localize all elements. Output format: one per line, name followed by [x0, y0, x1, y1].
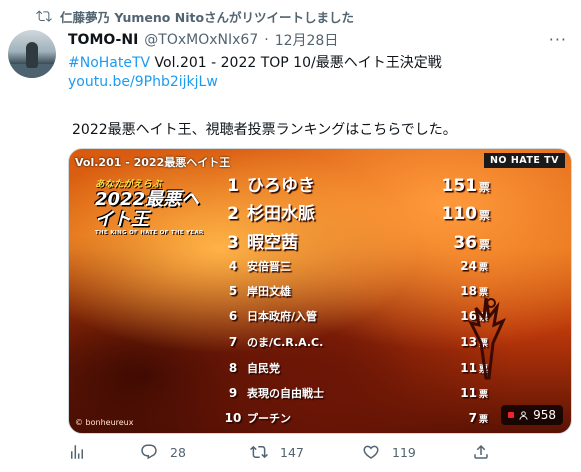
ranking-votes: 24: [460, 259, 477, 273]
ranking-row: 8 自民党 11 票: [219, 360, 488, 376]
tweet-title-text: Vol.201 - 2022 TOP 10/最悪ヘイト王決定戦: [150, 55, 442, 71]
ranking-name: プーチン: [247, 412, 291, 425]
ranking-rank: 7: [228, 335, 238, 349]
share-button[interactable]: [472, 443, 490, 461]
tweet-line-3: 2022最悪ヘイト王、視聴者投票ランキングはこちらでした。: [72, 119, 457, 139]
avatar[interactable]: [8, 30, 56, 78]
retweet-action-icon: [250, 445, 268, 459]
retweet-button[interactable]: 147: [250, 443, 304, 461]
ranking-rank: 3: [227, 233, 239, 253]
ranking-name: 杉田水脈: [247, 204, 315, 224]
ranking-unit: 票: [479, 181, 490, 194]
avatar-figure: [26, 42, 38, 68]
reply-button[interactable]: 28: [140, 443, 186, 461]
tweet-header: TOMO-NI @TOxMOxNIx67 · 12月28日: [68, 30, 338, 50]
ranking-row: 4 安倍晋三 24 票: [219, 258, 488, 274]
ranking-rank: 10: [224, 411, 242, 425]
ranking-row: 6 日本政府/入管 16 票: [219, 308, 488, 324]
ranking-unit: 票: [479, 238, 490, 251]
retweet-text[interactable]: 仁藤夢乃 Yumeno Nitoさんがリツイートしました: [60, 7, 354, 26]
retweet-count: 147: [280, 444, 304, 460]
like-count: 119: [392, 444, 416, 460]
more-options-icon[interactable]: ···: [549, 30, 567, 49]
channel-badge: NO HATE TV: [483, 153, 565, 168]
ranking-rank: 2: [227, 204, 239, 224]
image-credit: © bonheureux: [75, 418, 134, 427]
ranking-unit: 票: [479, 415, 489, 425]
analytics-icon: [71, 445, 83, 459]
tweet-date[interactable]: 12月28日: [275, 30, 339, 50]
separator-dot: ·: [264, 32, 269, 48]
logo-eng: THE KING OF HATE OF THE YEAR: [95, 230, 204, 236]
ranking-votes: 7: [468, 411, 477, 425]
logo-sub: あなたがえらぶ: [95, 179, 162, 190]
ranking-row: 5 岸田文雄 18 票: [219, 283, 488, 299]
event-logo: あなたがえらぶ 2022最悪ヘイト王 THE KING OF HATE OF T…: [95, 176, 215, 236]
ranking-rank: 8: [228, 361, 238, 375]
ranking-votes: 11: [460, 386, 477, 400]
bird-silhouette-icon: [468, 297, 506, 380]
ranking-name: 表現の自由戦士: [247, 387, 324, 400]
video-title-overlay: Vol.201 - 2022最悪ヘイト王: [75, 156, 231, 169]
view-count-badge: 958: [501, 405, 563, 425]
hashtag-link[interactable]: #NoHateTV: [68, 55, 150, 71]
reply-count: 28: [170, 444, 186, 460]
ranking-unit: 票: [479, 390, 489, 400]
logo-main: 2022最悪ヘイト王: [95, 189, 200, 230]
user-handle[interactable]: @TOxMOxNIx67: [144, 32, 258, 48]
record-icon: [508, 412, 515, 418]
ranking-row: 7 のま/C.R.A.C. 13 票: [219, 334, 488, 350]
reply-icon: [141, 444, 157, 460]
ranking-row: 1 ひろゆき 151 票: [219, 171, 490, 196]
view-count: 958: [533, 408, 556, 422]
ranking-name: 岸田文雄: [247, 285, 291, 298]
tweet-body-text: 2022最悪ヘイト王、視聴者投票ランキングはこちらでした。: [72, 122, 457, 138]
ranking-name: 自民党: [247, 362, 280, 375]
ranking-rank: 1: [227, 176, 239, 196]
ranking-rank: 4: [228, 259, 238, 273]
ranking-rank: 6: [228, 309, 238, 323]
ranking-name: 暇空茜: [247, 233, 298, 253]
media-image[interactable]: Vol.201 - 2022最悪ヘイト王 NO HATE TV あなたがえらぶ …: [68, 148, 572, 434]
tweet-line-2: youtu.be/9Phb2ijkjLw: [68, 74, 218, 90]
ranking-votes: 36: [453, 233, 477, 253]
retweet-icon: [36, 10, 52, 22]
display-name[interactable]: TOMO-NI: [68, 32, 138, 48]
ranking-row: 3 暇空茜 36 票: [219, 228, 490, 253]
ranking-unit: 票: [479, 263, 489, 273]
ranking-votes: 110: [441, 204, 478, 224]
ranking-rank: 9: [228, 386, 238, 400]
ranking-name: のま/C.R.A.C.: [247, 336, 324, 349]
tweet-line-1: #NoHateTV Vol.201 - 2022 TOP 10/最悪ヘイト王決定…: [68, 52, 442, 72]
tweet-actions: 28 147 119: [68, 443, 568, 465]
ranking-votes: 151: [441, 176, 478, 196]
retweet-indicator: 仁藤夢乃 Yumeno Nitoさんがリツイートしました: [36, 7, 354, 25]
person-icon: [519, 410, 528, 420]
ranking-row: 9 表現の自由戦士 11 票: [219, 385, 488, 401]
ranking-row: 2 杉田水脈 110 票: [219, 199, 490, 224]
heart-icon: [363, 445, 379, 459]
ranking-row: 10 プーチン 7 票: [219, 410, 488, 426]
ranking-name: 日本政府/入管: [247, 310, 318, 323]
analytics-button[interactable]: [68, 443, 86, 461]
youtube-link[interactable]: youtu.be/9Phb2ijkjLw: [68, 74, 218, 90]
share-icon: [474, 444, 488, 459]
like-button[interactable]: 119: [362, 443, 416, 461]
ranking-rank: 5: [228, 284, 238, 298]
ranking-name: ひろゆき: [247, 176, 315, 196]
ranking-name: 安倍晋三: [247, 260, 291, 273]
ranking-unit: 票: [479, 209, 490, 222]
